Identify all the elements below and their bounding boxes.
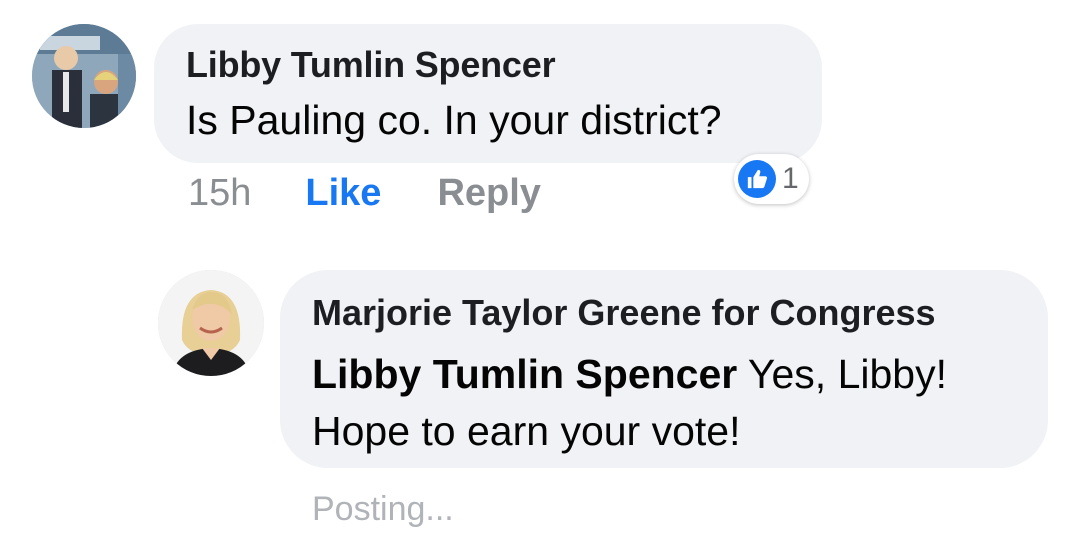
avatar-photo-icon: [32, 24, 136, 128]
mention-tag[interactable]: Libby Tumlin Spencer: [312, 351, 737, 397]
comment-text: Is Pauling co. In your district?: [186, 97, 722, 143]
comment-actions: 15h Like Reply: [188, 172, 541, 215]
reaction-summary[interactable]: 1: [734, 154, 809, 204]
reply-author-name[interactable]: Marjorie Taylor Greene for Congress: [312, 292, 936, 334]
comment-timestamp[interactable]: 15h: [188, 172, 251, 215]
comment-author-name[interactable]: Libby Tumlin Spencer: [186, 44, 556, 86]
reply-button[interactable]: Reply: [437, 172, 540, 215]
posting-status: Posting...: [312, 490, 454, 528]
reply-text: Libby Tumlin Spencer Yes, Libby! Hope to …: [312, 346, 1032, 460]
comment-bubble: Libby Tumlin Spencer Is Pauling co. In y…: [154, 24, 822, 163]
reply-text-line1: Yes, Libby!: [737, 351, 947, 397]
avatar-photo-icon: [158, 270, 264, 376]
commenter-avatar[interactable]: [32, 24, 136, 128]
reply-text-line2: Hope to earn your vote!: [312, 408, 741, 454]
like-button[interactable]: Like: [305, 172, 381, 215]
reply-author-avatar[interactable]: [158, 270, 264, 376]
reply-bubble: Marjorie Taylor Greene for Congress Libb…: [280, 270, 1048, 468]
thumbs-up-icon: [738, 160, 776, 198]
reaction-count: 1: [782, 162, 799, 195]
